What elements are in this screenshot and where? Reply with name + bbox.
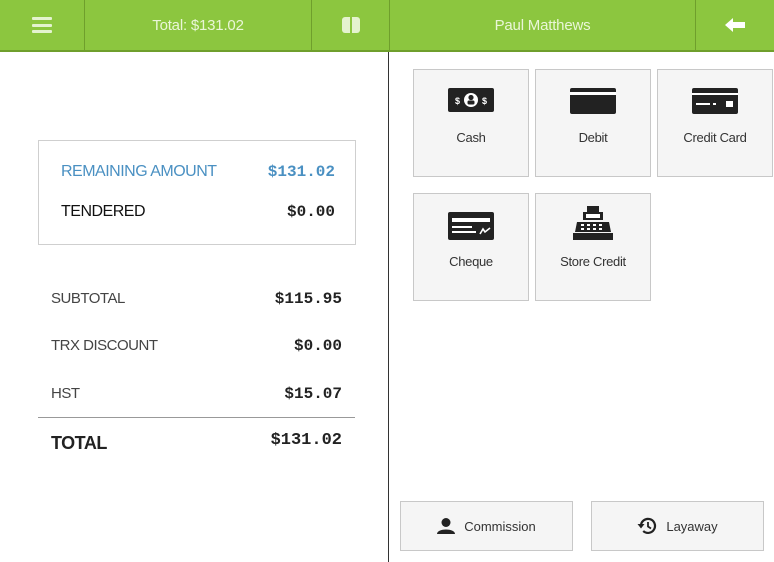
- customer-name[interactable]: Paul Matthews: [390, 0, 695, 50]
- cash-drawer-icon[interactable]: [341, 17, 360, 33]
- total-label: TOTAL: [51, 433, 107, 453]
- tendered-value: $0.00: [286, 203, 335, 221]
- menu-button[interactable]: [0, 0, 84, 50]
- tender-options-pane: $ $ Cash Debit Credit Card Cheque Store …: [390, 52, 774, 562]
- svg-text:$: $: [482, 96, 487, 106]
- tender-credit-card-label: Credit Card: [683, 130, 747, 145]
- payment-summary-pane: REMAINING AMOUNT $131.02 TENDERED $0.00 …: [0, 52, 389, 562]
- subtotal-value: $115.95: [274, 290, 342, 308]
- commission-label: Commission: [464, 518, 536, 534]
- remaining-amount-value: $131.02: [267, 163, 335, 181]
- tender-cheque-label: Cheque: [449, 254, 493, 269]
- layaway-label: Layaway: [666, 518, 718, 534]
- amount-box: REMAINING AMOUNT $131.02 TENDERED $0.00: [38, 140, 356, 245]
- cheque-icon: [448, 212, 494, 240]
- hst-value: $15.07: [284, 385, 342, 403]
- remaining-amount-label: REMAINING AMOUNT: [61, 163, 217, 180]
- hamburger-icon[interactable]: [32, 17, 52, 33]
- history-icon: [637, 517, 657, 534]
- total-value: $131.02: [270, 431, 342, 450]
- hst-label: HST: [51, 385, 80, 402]
- cash-drawer-button[interactable]: [312, 0, 389, 50]
- order-total: Total: $131.02: [152, 16, 244, 34]
- arrow-left-icon[interactable]: [725, 18, 745, 32]
- tender-debit-label: Debit: [578, 130, 608, 145]
- credit-card-icon: [692, 88, 738, 114]
- total-divider: [38, 417, 355, 418]
- tendered-label: TENDERED: [61, 203, 146, 220]
- commission-button[interactable]: Commission: [400, 501, 573, 551]
- tender-store-credit-label: Store Credit: [560, 254, 626, 269]
- subtotal-label: SUBTOTAL: [51, 290, 125, 307]
- tender-cash-label: Cash: [456, 130, 486, 145]
- tender-cash[interactable]: $ $ Cash: [413, 69, 529, 177]
- user-icon: [437, 518, 456, 534]
- svg-text:$: $: [455, 96, 460, 106]
- trx-discount-label: TRX DISCOUNT: [51, 337, 158, 354]
- back-button[interactable]: [696, 0, 774, 50]
- tender-store-credit[interactable]: Store Credit: [535, 193, 651, 301]
- debit-card-icon: [570, 88, 616, 114]
- tender-cheque[interactable]: Cheque: [413, 193, 529, 301]
- trx-discount-value: $0.00: [293, 337, 342, 355]
- cash-register-icon: [573, 206, 613, 240]
- tender-credit-card[interactable]: Credit Card: [657, 69, 773, 177]
- tender-debit[interactable]: Debit: [535, 69, 651, 177]
- cash-icon: $ $: [448, 88, 494, 112]
- layaway-button[interactable]: Layaway: [591, 501, 764, 551]
- top-bar: Total: $131.02 Paul Matthews: [0, 0, 774, 52]
